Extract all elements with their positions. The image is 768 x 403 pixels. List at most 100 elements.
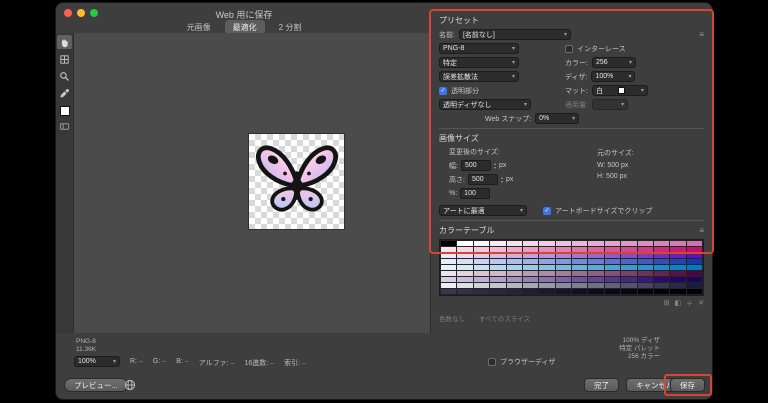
color-swatch[interactable] <box>572 283 588 288</box>
color-swatch[interactable] <box>539 241 555 246</box>
zoom-tool-icon[interactable] <box>57 69 72 83</box>
width-stepper[interactable]: ▴ ▾ <box>494 161 496 170</box>
color-swatch[interactable] <box>539 247 555 252</box>
height-input[interactable]: 500 <box>467 174 498 185</box>
color-swatch[interactable] <box>490 259 506 264</box>
transparency-dither-dropdown[interactable]: 透明ディザなし ▾ <box>439 99 531 110</box>
color-swatch[interactable] <box>621 283 637 288</box>
color-swatch[interactable] <box>457 271 473 276</box>
color-swatch[interactable] <box>539 277 555 282</box>
color-swatch[interactable] <box>588 283 604 288</box>
color-swatch[interactable] <box>588 253 604 258</box>
dither-method-dropdown[interactable]: 誤差拡散法 ▾ <box>439 71 519 82</box>
height-stepper[interactable]: ▴ ▾ <box>501 175 503 184</box>
color-swatch[interactable] <box>441 259 457 264</box>
interlace-checkbox[interactable] <box>565 44 573 53</box>
color-swatch[interactable] <box>686 289 702 294</box>
color-swatch[interactable] <box>604 271 621 276</box>
color-swatch[interactable] <box>555 271 571 276</box>
color-swatch[interactable] <box>621 271 637 276</box>
color-swatch[interactable] <box>670 271 686 276</box>
preview-button[interactable]: プレビュー... <box>64 378 128 392</box>
percent-input[interactable]: 100 <box>460 188 491 199</box>
color-swatch[interactable] <box>473 283 490 288</box>
color-table-grid[interactable] <box>439 239 704 296</box>
color-swatch[interactable] <box>522 271 539 276</box>
color-swatch[interactable] <box>522 259 539 264</box>
color-swatch[interactable] <box>457 283 473 288</box>
color-swatch[interactable] <box>473 277 490 282</box>
color-swatch[interactable] <box>555 241 571 246</box>
color-swatch[interactable] <box>506 283 522 288</box>
color-swatch[interactable] <box>653 259 670 264</box>
color-swatch[interactable] <box>555 265 571 270</box>
color-swatch[interactable] <box>572 259 588 264</box>
preview-canvas[interactable] <box>74 33 432 333</box>
color-swatch[interactable] <box>637 265 653 270</box>
color-swatch[interactable] <box>621 277 637 282</box>
color-swatch[interactable] <box>572 265 588 270</box>
color-swatch[interactable] <box>637 259 653 264</box>
color-swatch[interactable] <box>653 277 670 282</box>
color-swatch[interactable] <box>555 283 571 288</box>
lock-color-icon[interactable]: ◧ <box>675 299 682 309</box>
add-color-icon[interactable]: ＋ <box>686 299 693 309</box>
color-swatch[interactable] <box>490 247 506 252</box>
color-swatch[interactable] <box>473 265 490 270</box>
dither-amount-dropdown[interactable]: 100% ▾ <box>591 71 636 82</box>
color-swatch[interactable] <box>653 265 670 270</box>
color-swatch[interactable] <box>686 277 702 282</box>
color-swatch[interactable] <box>441 247 457 252</box>
color-swatch[interactable] <box>473 271 490 276</box>
color-swatch[interactable] <box>539 253 555 258</box>
color-swatch[interactable] <box>637 271 653 276</box>
color-swatch[interactable] <box>572 271 588 276</box>
color-swatch[interactable] <box>522 289 539 294</box>
color-reduction-dropdown[interactable]: 特定 ▾ <box>439 57 519 68</box>
color-swatch[interactable] <box>588 259 604 264</box>
save-button[interactable]: 保存 <box>670 378 705 392</box>
done-button[interactable]: 完了 <box>584 378 619 392</box>
color-swatch[interactable] <box>441 241 457 246</box>
color-swatch[interactable] <box>506 259 522 264</box>
color-swatch[interactable] <box>522 253 539 258</box>
zoom-level-dropdown[interactable]: 100% ▾ <box>74 356 120 367</box>
color-swatch[interactable] <box>506 277 522 282</box>
preset-menu-icon[interactable]: ≡ <box>699 30 704 39</box>
hand-tool-icon[interactable] <box>57 35 72 49</box>
colors-dropdown[interactable]: 256 ▾ <box>591 57 636 68</box>
color-swatch[interactable] <box>621 253 637 258</box>
color-swatch[interactable] <box>490 277 506 282</box>
color-swatch[interactable] <box>506 265 522 270</box>
fit-dropdown[interactable]: アートに最適 ▾ <box>439 205 527 216</box>
color-swatch[interactable] <box>621 247 637 252</box>
color-swatch[interactable] <box>604 289 621 294</box>
color-swatch[interactable] <box>441 289 457 294</box>
color-swatch[interactable] <box>670 247 686 252</box>
color-swatch[interactable] <box>555 277 571 282</box>
color-swatch[interactable] <box>473 247 490 252</box>
color-swatch[interactable] <box>490 265 506 270</box>
color-swatch[interactable] <box>604 253 621 258</box>
color-swatch[interactable] <box>539 265 555 270</box>
color-swatch[interactable] <box>670 283 686 288</box>
color-swatch[interactable] <box>588 277 604 282</box>
color-swatch[interactable] <box>621 265 637 270</box>
browser-dither-checkbox[interactable] <box>488 358 496 366</box>
color-swatch[interactable] <box>555 289 571 294</box>
color-swatch[interactable] <box>473 253 490 258</box>
color-swatch[interactable] <box>441 277 457 282</box>
color-swatch[interactable] <box>588 289 604 294</box>
color-swatch[interactable] <box>686 253 702 258</box>
color-swatch[interactable] <box>457 265 473 270</box>
color-swatch[interactable] <box>604 283 621 288</box>
browser-preview-icon[interactable] <box>124 379 136 391</box>
clip-to-artboard-checkbox[interactable]: ✓ <box>543 206 551 215</box>
color-swatch[interactable] <box>539 259 555 264</box>
color-swatch[interactable] <box>621 259 637 264</box>
websnap-dropdown[interactable]: 0% ▾ <box>535 113 580 124</box>
color-swatch[interactable] <box>555 253 571 258</box>
color-swatch[interactable] <box>653 283 670 288</box>
color-swatch[interactable] <box>637 277 653 282</box>
color-swatch[interactable] <box>473 289 490 294</box>
